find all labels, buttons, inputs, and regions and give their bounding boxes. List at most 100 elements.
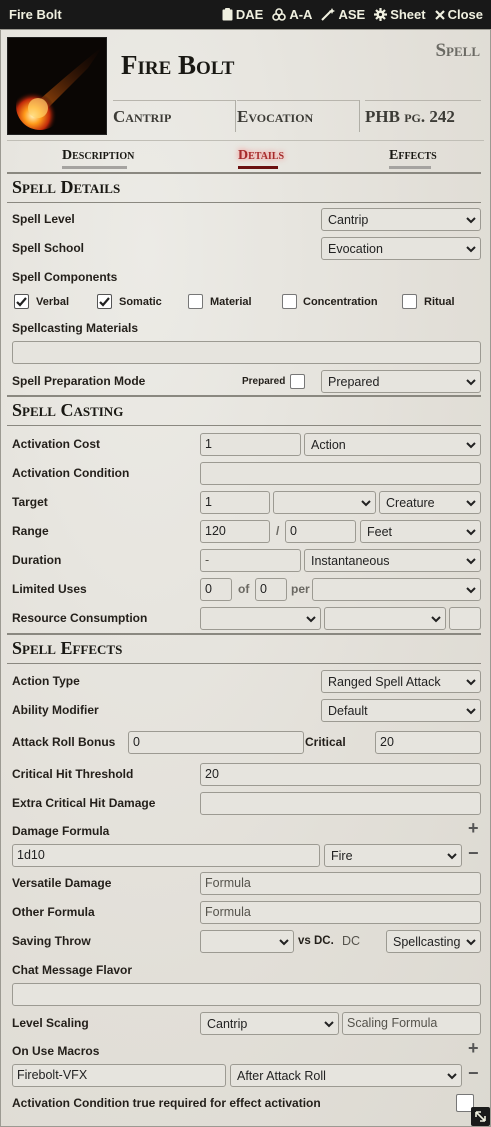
activation-cost-input[interactable]: 1 [200,433,301,456]
spell-level-select[interactable]: Cantrip [321,208,481,231]
spell-school-value: Evocation [328,241,383,256]
duration-units-select[interactable]: Instantaneous [304,549,481,572]
range-value-input[interactable]: 120 [200,520,270,543]
summary-level: Cantrip [113,100,235,132]
scaling-formula-input[interactable]: Scaling Formula [342,1012,481,1035]
prep-mode-select[interactable]: Prepared [321,370,481,393]
action-type-value: Ranged Spell Attack [328,674,441,689]
action-type-select[interactable]: Ranged Spell Attack [321,670,481,693]
item-portrait[interactable] [7,37,107,135]
damage-formula-label: Damage Formula [12,824,110,838]
somatic-label: Somatic [119,296,162,308]
tab-underline [62,166,127,169]
save-scaling-select[interactable]: Spellcasting [386,930,481,953]
critical-label: Critical [305,735,346,749]
spell-level-label: Spell Level [12,212,75,226]
ase-label: ASE [338,7,366,22]
range-separator: / [276,524,280,538]
close-button[interactable]: Close [434,7,483,22]
damage-type-select[interactable]: Fire [324,844,462,867]
activation-condition-input[interactable] [200,462,481,485]
crit-threshold-label: Critical Hit Threshold [12,767,134,781]
level-scaling-select[interactable]: Cantrip [200,1012,339,1035]
ritual-checkbox[interactable] [402,294,417,309]
sheet-button[interactable]: Sheet [374,7,426,22]
aa-button[interactable]: A-A [272,7,312,22]
versatile-input[interactable]: Formula [200,872,481,895]
activation-condition-label: Activation Condition [12,466,130,480]
ase-button[interactable]: ASE [321,7,365,22]
prep-mode-label: Spell Preparation Mode [12,374,146,388]
chevron-down-icon [324,1020,334,1027]
crit-threshold-input[interactable]: 20 [200,763,481,786]
chevron-down-icon [431,615,441,622]
prep-mode-value: Prepared [328,374,380,389]
prepared-checkbox[interactable] [290,374,305,389]
resize-handle[interactable] [471,1107,490,1126]
add-damage-icon[interactable]: + [468,818,479,839]
biohazard-icon [272,8,287,21]
ability-value: Default [328,703,368,718]
resource-target-select[interactable] [324,607,446,630]
flavor-input[interactable] [12,983,481,1006]
damage-formula-input[interactable]: 1d10 [12,844,320,867]
spell-school-select[interactable]: Evocation [321,237,481,260]
target-type-select[interactable]: Creature [379,491,481,514]
summary-school: Evocation [237,100,359,132]
dae-button[interactable]: DAE [222,7,263,22]
ability-select[interactable]: Default [321,699,481,722]
vs-dc-label: vs DC. [298,935,334,947]
add-macro-icon[interactable]: + [468,1038,479,1059]
ability-label: Ability Modifier [12,703,99,717]
macro-name-input[interactable]: Firebolt-VFX [12,1064,226,1087]
save-scaling-value: Spellcasting [393,934,461,949]
somatic-checkbox[interactable] [97,294,112,309]
uses-max-input[interactable]: 0 [255,578,287,601]
aa-label: A-A [289,7,313,22]
resource-label: Resource Consumption [12,611,148,625]
window-header[interactable]: Fire Bolt DAE A-A ASE Sheet Close [0,0,491,29]
remove-damage-icon[interactable]: − [468,843,479,864]
chevron-down-icon [466,441,476,448]
spell-casting-heading: Spell Casting [7,396,481,426]
range-units-select[interactable]: Feet [360,520,481,543]
chevron-down-icon [466,586,476,593]
activation-type-select[interactable]: Action [304,433,481,456]
critical-input[interactable]: 20 [375,731,481,754]
save-dc-input[interactable]: DC [337,930,383,953]
target-type-value: Creature [386,495,435,510]
target-value-input[interactable]: 1 [200,491,270,514]
uses-value-input[interactable]: 0 [200,578,232,601]
summary-divider [235,100,236,132]
save-ability-select[interactable] [200,930,294,953]
material-checkbox[interactable] [188,294,203,309]
duration-value-input[interactable]: - [200,549,301,572]
uses-period-select[interactable] [312,578,481,601]
materials-input[interactable] [12,341,481,364]
concentration-checkbox[interactable] [282,294,297,309]
tab-description[interactable]: Description [62,148,134,164]
resource-type-select[interactable] [200,607,321,630]
chevron-down-icon [466,378,476,385]
other-formula-input[interactable]: Formula [200,901,481,924]
tab-details[interactable]: Details [238,148,284,164]
extra-crit-input[interactable] [200,792,481,815]
chevron-down-icon [361,499,371,506]
level-scaling-label: Level Scaling [12,1016,89,1030]
attack-bonus-input[interactable]: 0 [128,731,304,754]
remove-macro-icon[interactable]: − [468,1063,479,1084]
sheet-label: Sheet [390,7,426,22]
level-scaling-value: Cantrip [207,1016,248,1031]
item-name[interactable]: Fire Bolt [121,50,234,81]
resize-icon [475,1111,486,1122]
tab-effects[interactable]: Effects [389,148,437,164]
range-long-input[interactable]: 0 [285,520,356,543]
verbal-checkbox[interactable] [14,294,29,309]
macro-trigger-select[interactable]: After Attack Roll [230,1064,462,1087]
extra-crit-label: Extra Critical Hit Damage [12,796,156,810]
chevron-down-icon [466,499,476,506]
target-units-select[interactable] [273,491,376,514]
chevron-down-icon [447,852,457,859]
target-label: Target [12,495,48,509]
resource-amount-input[interactable] [449,607,481,630]
